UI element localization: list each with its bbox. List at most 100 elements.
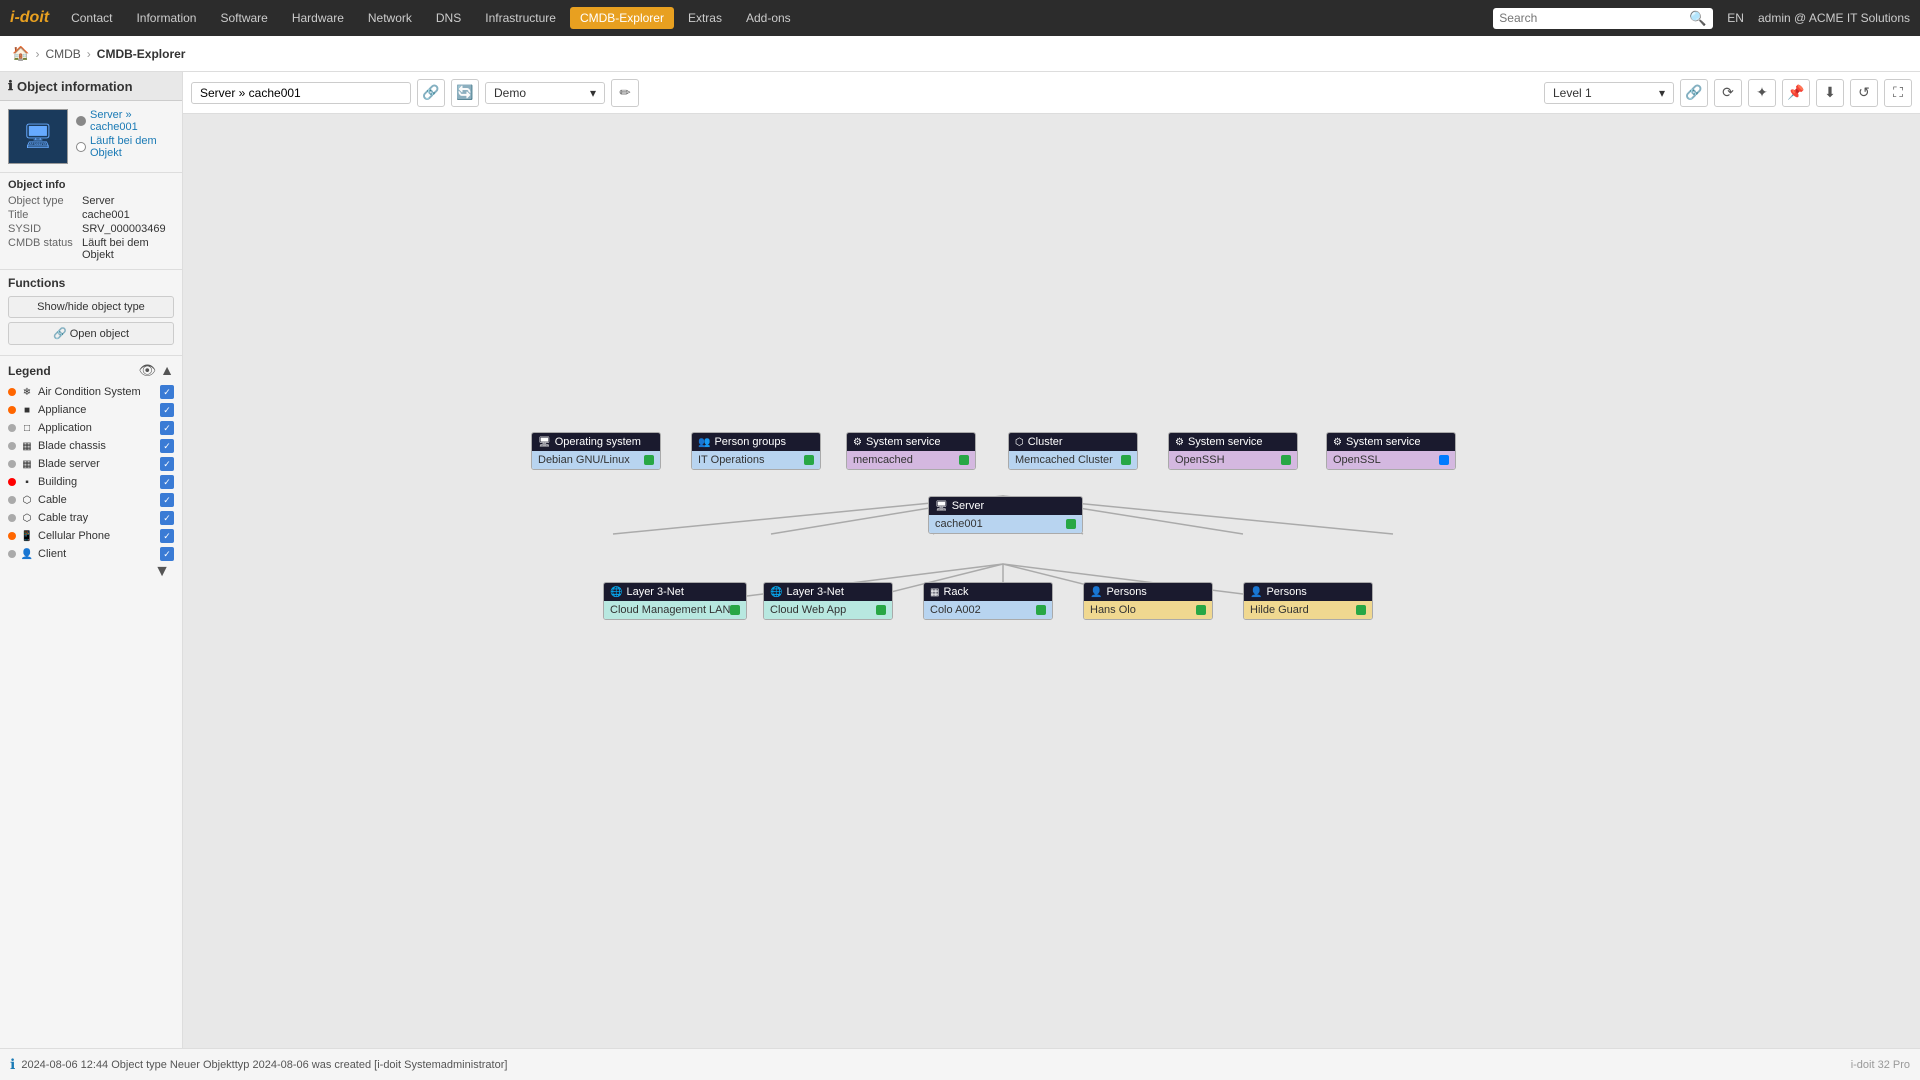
legend-label-cable: Cable	[38, 494, 156, 506]
edit-preset-button[interactable]: ✏	[611, 79, 639, 107]
pg-status-dot	[804, 455, 814, 465]
download-button[interactable]: ⬇	[1816, 79, 1844, 107]
refresh-button[interactable]: 🔄	[451, 79, 479, 107]
legend-scroll-down-button[interactable]: ▼	[150, 563, 174, 581]
l3n1-node-body: Cloud Management LAN	[604, 601, 746, 619]
level-dropdown-chevron: ▾	[1659, 86, 1665, 100]
ss3-type-label: System service	[1346, 436, 1421, 448]
user-menu[interactable]: admin @ ACME IT Solutions	[1758, 11, 1910, 25]
ss2-icon: ⚙	[1175, 437, 1184, 448]
breadcrumb-cmdb[interactable]: CMDB	[45, 47, 80, 61]
info-row-title: Title cache001	[8, 209, 174, 221]
object-info-section-title: Object info	[8, 179, 174, 191]
node-layer3-net-2[interactable]: 🌐 Layer 3-Net Cloud Web App	[763, 582, 893, 620]
permalink-button[interactable]: 🔗	[1680, 79, 1708, 107]
legend-checkbox-application[interactable]: ✓	[160, 421, 174, 435]
object-info-icon: ℹ	[8, 78, 13, 94]
pg-node-header: 👥 Person groups	[692, 433, 820, 451]
nav-cmdb-explorer[interactable]: CMDB-Explorer	[570, 7, 674, 29]
legend-checkbox-client[interactable]: ✓	[160, 547, 174, 561]
fullscreen-button[interactable]: ⛶	[1884, 79, 1912, 107]
legend-scroll-up-icon[interactable]: ▲	[160, 362, 174, 379]
node-persons-1[interactable]: 👤 Persons Hans Olo	[1083, 582, 1213, 620]
nav-network[interactable]: Network	[358, 7, 422, 29]
level-dropdown[interactable]: Level 1 ▾	[1544, 82, 1674, 104]
pin-button[interactable]: 📌	[1782, 79, 1810, 107]
info-val-title: cache001	[82, 209, 130, 221]
rack-value-label: Colo A002	[930, 604, 981, 616]
legend-list: ❄ Air Condition System ✓ ■ Appliance ✓ □…	[8, 383, 174, 563]
os-value-label: Debian GNU/Linux	[538, 454, 630, 466]
node-system-service-1[interactable]: ⚙ System service memcached	[846, 432, 976, 470]
legend-checkbox-cable[interactable]: ✓	[160, 493, 174, 507]
object-link-1[interactable]: Server »cache001	[90, 109, 138, 133]
nav-hardware[interactable]: Hardware	[282, 7, 354, 29]
rack-node-header: ▦ Rack	[924, 583, 1052, 601]
preset-dropdown[interactable]: Demo ▾	[485, 82, 605, 104]
p1-type-label: Persons	[1106, 586, 1146, 598]
open-object-button[interactable]: 🔗 Open object	[8, 322, 174, 345]
object-link-2[interactable]: Läuft bei dem Objekt	[90, 135, 174, 159]
legend-checkbox-air-condition[interactable]: ✓	[160, 385, 174, 399]
server-center-node[interactable]: 🖥 Server cache001	[928, 496, 1083, 534]
legend-checkbox-cellular-phone[interactable]: ✓	[160, 529, 174, 543]
legend-checkbox-blade-chassis[interactable]: ✓	[160, 439, 174, 453]
top-search-input[interactable]	[1499, 11, 1689, 25]
object-option-2[interactable]: Läuft bei dem Objekt	[76, 135, 174, 159]
layout-button[interactable]: ✦	[1748, 79, 1776, 107]
node-person-groups[interactable]: 👥 Person groups IT Operations	[691, 432, 821, 470]
legend-label-client: Client	[38, 548, 156, 560]
legend-checkbox-blade-server[interactable]: ✓	[160, 457, 174, 471]
link-object-button[interactable]: 🔗	[417, 79, 445, 107]
object-search-input[interactable]	[191, 82, 411, 104]
info-row-cmdb-status: CMDB status Läuft bei dem Objekt	[8, 237, 174, 261]
p2-type-label: Persons	[1266, 586, 1306, 598]
auto-layout-button[interactable]: ↺	[1850, 79, 1878, 107]
legend-dot-cable-tray	[8, 514, 16, 522]
preset-value: Demo	[494, 86, 526, 100]
show-hide-object-type-button[interactable]: Show/hide object type	[8, 296, 174, 318]
graph-canvas[interactable]: 🖥 Server cache001 🖥 Operating system Deb…	[183, 114, 1920, 1048]
p1-node-header: 👤 Persons	[1084, 583, 1212, 601]
object-option-1[interactable]: Server »cache001	[76, 109, 174, 133]
node-operating-system[interactable]: 🖥 Operating system Debian GNU/Linux	[531, 432, 661, 470]
legend-checkbox-cable-tray[interactable]: ✓	[160, 511, 174, 525]
legend-section: Legend 👁 ▲ ❄ Air Condition System ✓ ■	[0, 356, 182, 1048]
nav-information[interactable]: Information	[126, 7, 206, 29]
node-layer3-net-1[interactable]: 🌐 Layer 3-Net Cloud Management LAN	[603, 582, 747, 620]
canvas-toolbar: 🔗 🔄 Demo ▾ ✏ Level 1 ▾ 🔗 ⟳ ✦ 📌 ⬇ ↺ ⛶	[183, 72, 1920, 114]
node-rack[interactable]: ▦ Rack Colo A002	[923, 582, 1053, 620]
legend-dot-cable	[8, 496, 16, 504]
ss3-node-header: ⚙ System service	[1327, 433, 1455, 451]
nav-dns[interactable]: DNS	[426, 7, 471, 29]
nav-extras[interactable]: Extras	[678, 7, 732, 29]
legend-dot-blade-chassis	[8, 442, 16, 450]
home-icon[interactable]: 🏠	[12, 45, 29, 62]
legend-icon-blade-server: ▦	[20, 457, 34, 471]
node-cluster[interactable]: ⬡ Cluster Memcached Cluster	[1008, 432, 1138, 470]
legend-item-cable-tray: ⬡ Cable tray ✓	[8, 509, 174, 527]
node-system-service-2[interactable]: ⚙ System service OpenSSH	[1168, 432, 1298, 470]
preset-dropdown-chevron: ▾	[590, 86, 596, 100]
legend-visibility-icon[interactable]: 👁	[138, 362, 156, 379]
breadcrumb-sep-2: ›	[87, 47, 91, 61]
node-system-service-3[interactable]: ⚙ System service OpenSSL	[1326, 432, 1456, 470]
language-selector[interactable]: EN	[1727, 11, 1744, 25]
nav-add-ons[interactable]: Add-ons	[736, 7, 801, 29]
legend-label-cable-tray: Cable tray	[38, 512, 156, 524]
legend-checkbox-appliance[interactable]: ✓	[160, 403, 174, 417]
server-node-status-dot	[1066, 519, 1076, 529]
p2-status-dot	[1356, 605, 1366, 615]
top-search-bar[interactable]: 🔍	[1493, 8, 1713, 29]
info-row-sysid: SYSID SRV_000003469	[8, 223, 174, 235]
legend-checkbox-building[interactable]: ✓	[160, 475, 174, 489]
cl-node-header: ⬡ Cluster	[1009, 433, 1137, 451]
l3n1-node-header: 🌐 Layer 3-Net	[604, 583, 746, 601]
nav-software[interactable]: Software	[210, 7, 277, 29]
legend-item-building: ▪ Building ✓	[8, 473, 174, 491]
node-persons-2[interactable]: 👤 Persons Hilde Guard	[1243, 582, 1373, 620]
nav-contact[interactable]: Contact	[61, 7, 122, 29]
status-bar: ℹ 2024-08-06 12:44 Object type Neuer Obj…	[0, 1048, 1920, 1080]
nav-infrastructure[interactable]: Infrastructure	[475, 7, 566, 29]
reset-zoom-button[interactable]: ⟳	[1714, 79, 1742, 107]
